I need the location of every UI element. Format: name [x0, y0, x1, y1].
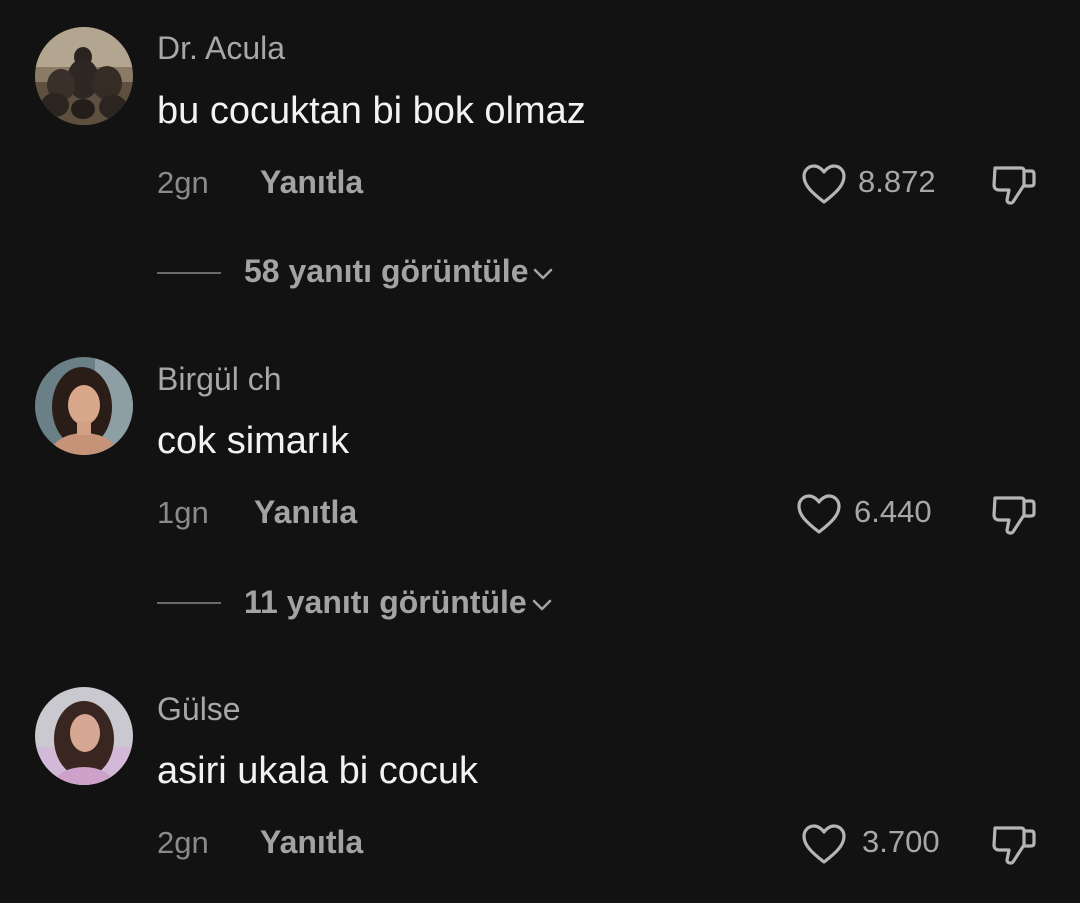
thumbs-down-icon[interactable] — [991, 822, 1037, 866]
reply-button[interactable]: Yanıtla — [260, 164, 363, 201]
thumbs-down-icon[interactable] — [991, 162, 1037, 206]
avatar[interactable] — [35, 27, 133, 125]
heart-outline-icon[interactable] — [801, 823, 847, 865]
reply-button[interactable]: Yanıtla — [260, 824, 363, 861]
view-replies-label: 11 yanıtı görüntüle — [244, 584, 527, 620]
comment-text: bu cocuktan bi bok olmaz — [157, 90, 586, 132]
heart-outline-icon[interactable] — [796, 493, 842, 535]
like-count: 8.872 — [858, 164, 936, 199]
replies-divider — [157, 602, 221, 604]
view-replies-label: 58 yanıtı görüntüle — [244, 253, 529, 289]
avatar[interactable] — [35, 687, 133, 785]
view-replies-button[interactable]: 11 yanıtı görüntüle — [244, 584, 553, 621]
reply-button[interactable]: Yanıtla — [254, 494, 357, 531]
comment-username[interactable]: Gülse — [157, 691, 241, 728]
like-count: 6.440 — [854, 494, 932, 529]
comment-time: 2gn — [157, 165, 209, 200]
chevron-down-icon — [532, 599, 552, 610]
comment-time: 2gn — [157, 825, 209, 860]
thumbs-down-icon[interactable] — [991, 492, 1037, 536]
like-count: 3.700 — [862, 824, 940, 859]
comment-text: asiri ukala bi cocuk — [157, 750, 479, 792]
chevron-down-icon — [534, 268, 553, 279]
heart-outline-icon[interactable] — [801, 163, 847, 205]
replies-divider — [157, 272, 221, 274]
view-replies-button[interactable]: 58 yanıtı görüntüle — [244, 253, 554, 290]
comment-time: 1gn — [157, 495, 209, 530]
avatar[interactable] — [35, 357, 133, 455]
comment-username[interactable]: Birgül ch — [157, 361, 282, 398]
comment-username[interactable]: Dr. Acula — [157, 30, 285, 67]
comment-text: cok simarık — [157, 420, 350, 462]
